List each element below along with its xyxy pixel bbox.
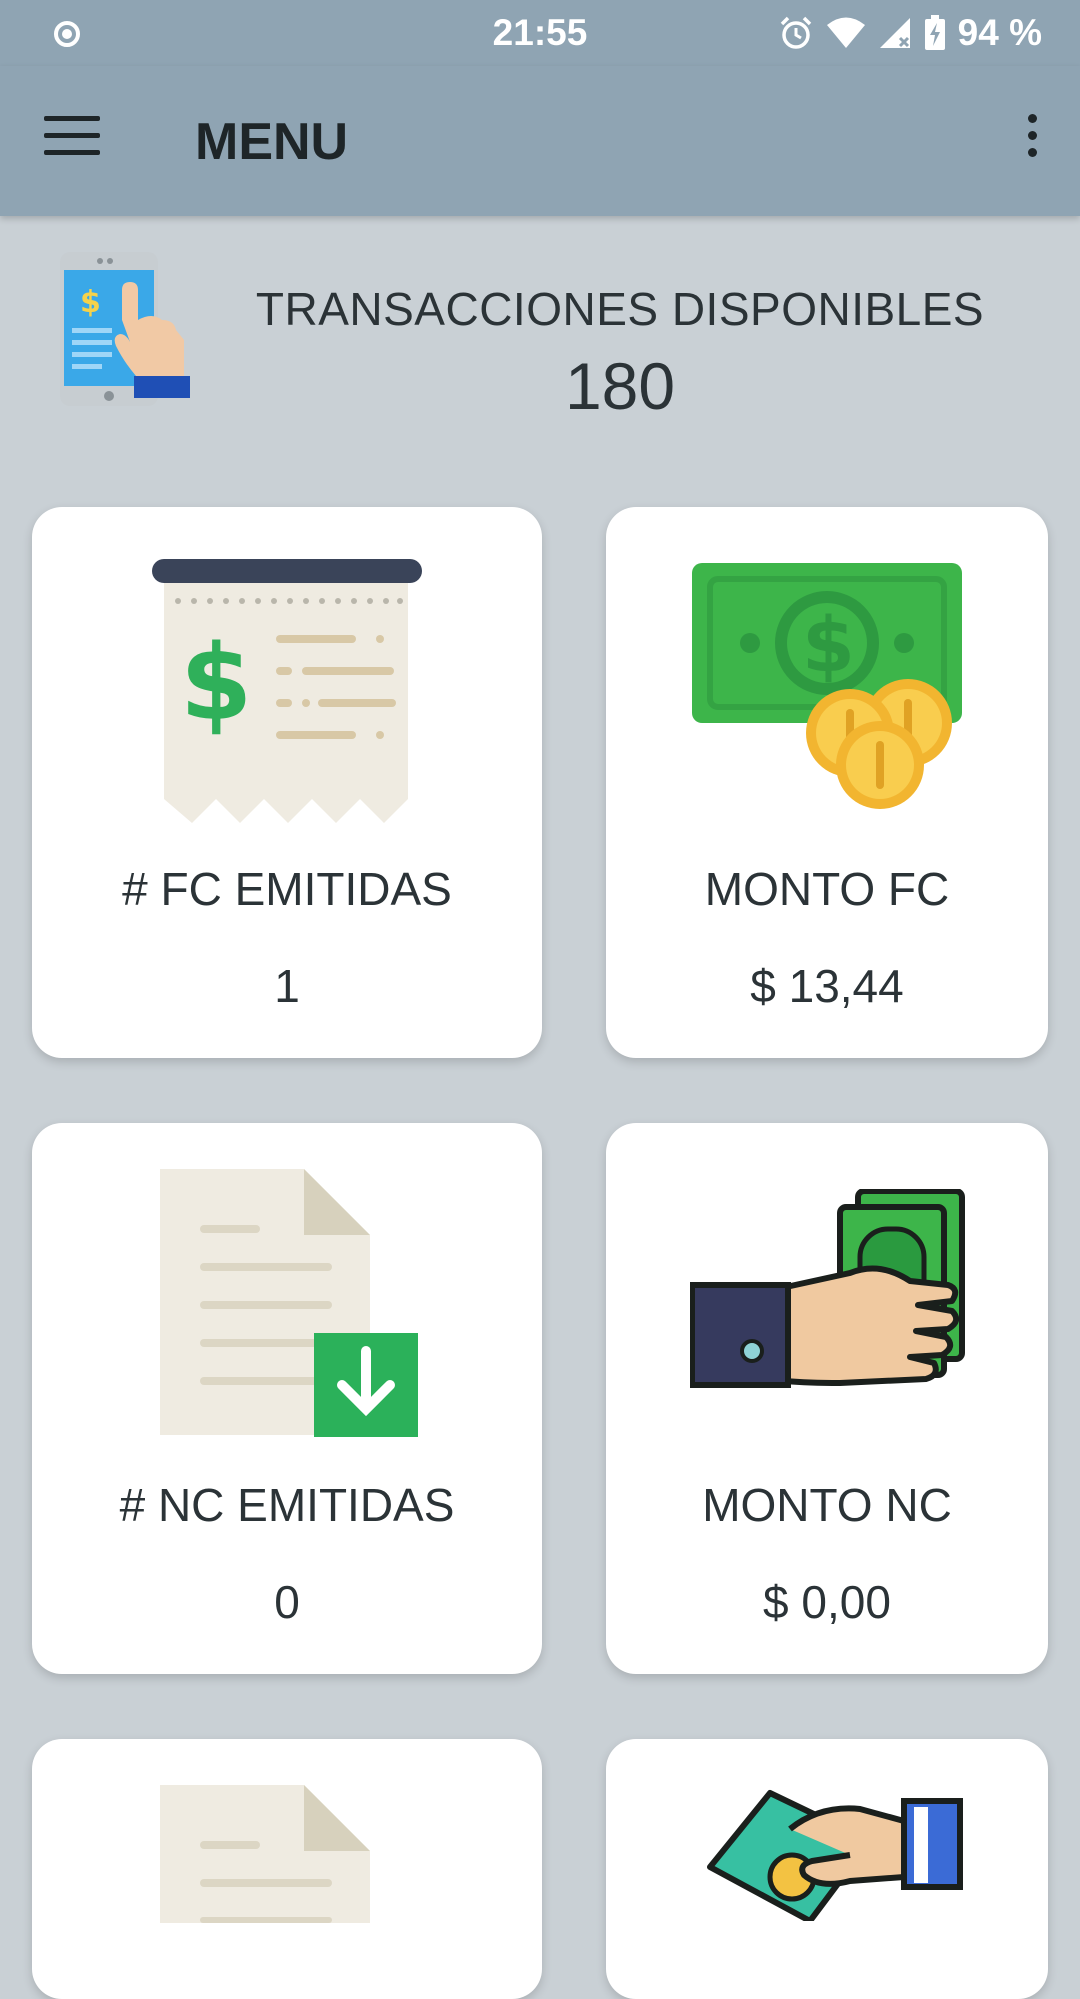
document-download-icon: [160, 1169, 418, 1437]
signal-icon: [879, 18, 910, 48]
card-value: $ 0,00: [763, 1576, 891, 1628]
card-fc-emitidas[interactable]: $ # FC EMITIDAS 1: [32, 507, 542, 1058]
status-icons: 94 %: [778, 12, 1042, 54]
header: TRANSACCIONES DISPONIBLES 180: [230, 282, 1010, 424]
card-value: $ 13,44: [750, 960, 904, 1012]
svg-text:$: $: [80, 285, 101, 320]
hamburger-menu-icon[interactable]: [44, 116, 100, 160]
card-monto-nc[interactable]: MONTO NC $ 0,00: [606, 1123, 1048, 1674]
hand-money-icon: [690, 1189, 965, 1388]
card-title: # NC EMITIDAS: [119, 1479, 455, 1531]
hand-giving-money-icon: [707, 1790, 963, 1921]
svg-text:$: $: [180, 622, 252, 744]
receipt-icon: $: [152, 559, 422, 823]
card-title: MONTO FC: [704, 863, 950, 915]
phone-tap-payment-icon: $: [60, 252, 190, 406]
header-label: TRANSACCIONES DISPONIBLES: [255, 283, 985, 335]
battery-percent: 94 %: [957, 12, 1042, 53]
card-monto-fc[interactable]: $ MONTO FC $ 13,44: [606, 507, 1048, 1058]
alarm-icon: [780, 16, 811, 49]
money-coins-icon: $: [692, 563, 962, 809]
wifi-icon: [826, 17, 865, 48]
svg-text:$: $: [802, 600, 855, 689]
card-title: MONTO NC: [702, 1479, 952, 1531]
card-value: 1: [274, 960, 300, 1012]
document-icon: [160, 1785, 370, 1923]
page-title: MENU: [195, 113, 349, 171]
card-document[interactable]: [32, 1739, 542, 1999]
card-value: 0: [274, 1576, 300, 1628]
card-payment[interactable]: [606, 1739, 1048, 1999]
status-bar: 21:55 94 %: [0, 0, 1080, 66]
more-vert-icon[interactable]: [1012, 114, 1052, 170]
app-bar: MENU: [0, 66, 1080, 216]
card-nc-emitidas[interactable]: # NC EMITIDAS 0: [32, 1123, 542, 1674]
header-count: 180: [564, 349, 676, 423]
card-title: # FC EMITIDAS: [122, 863, 452, 915]
battery-charging-icon: [924, 15, 945, 50]
